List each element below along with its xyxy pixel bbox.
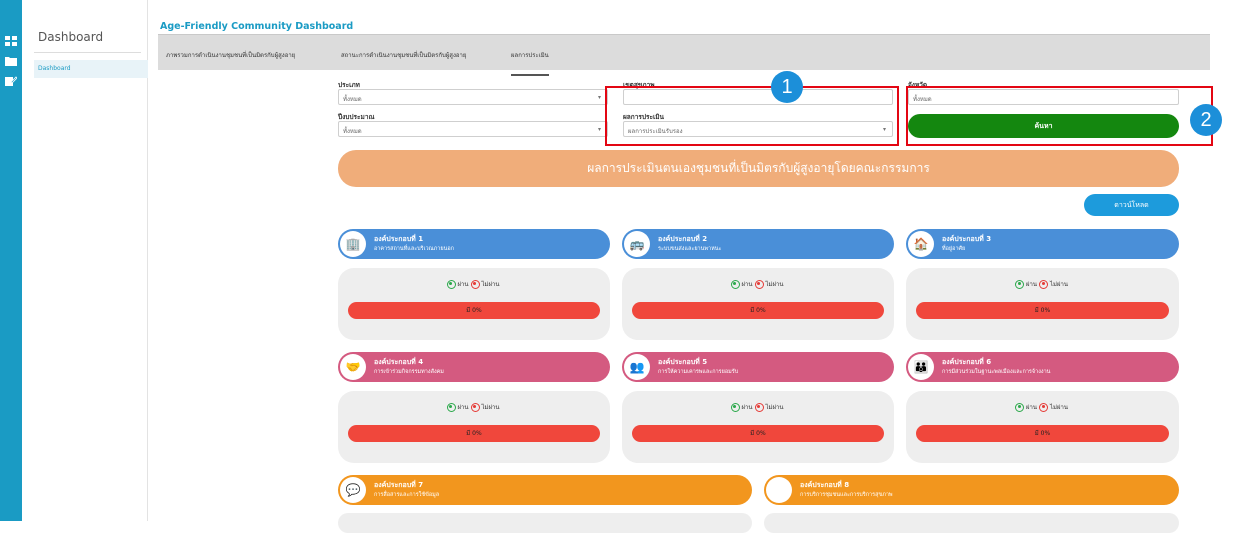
handshake-icon: 🤝 (340, 354, 366, 380)
fail-radio[interactable] (754, 402, 764, 412)
component-header-7[interactable]: 💬 องค์ประกอบที่ 7 การสื่อสารและการใช้ข้อ… (338, 475, 752, 505)
building-icon: 🏢 (340, 231, 366, 257)
chat-icon: 💬 (340, 477, 366, 503)
component-header-3[interactable]: 🏠 องค์ประกอบที่ 3 ที่อยู่อาศัย (906, 229, 1179, 259)
percent-bar: มี 0% (348, 302, 600, 319)
component-card-4: ผ่าน ไม่ผ่าน มี 0% (338, 391, 610, 463)
dashboard-grid-icon[interactable] (5, 36, 17, 46)
tab-overview[interactable]: ภาพรวมการดำเนินงานชุมชนที่เป็นมิตรกับผู้… (166, 50, 295, 60)
people-icon: 👥 (624, 354, 650, 380)
sidebar: Dashboard Dashboard (22, 0, 148, 521)
pass-radio[interactable] (446, 402, 456, 412)
chevron-down-icon: ▾ (597, 126, 601, 133)
edit-icon[interactable] (5, 76, 17, 86)
annotation-box-2 (906, 86, 1213, 146)
fail-radio[interactable] (470, 279, 480, 289)
component-header-4[interactable]: 🤝 องค์ประกอบที่ 4 การเข้าร่วมกิจกรรมทางส… (338, 352, 610, 382)
chevron-down-icon: ▾ (597, 94, 601, 101)
component-card-7 (338, 513, 752, 533)
pass-radio[interactable] (1015, 279, 1025, 289)
component-card-3: ผ่าน ไม่ผ่าน มี 0% (906, 268, 1179, 340)
percent-bar: มี 0% (916, 302, 1169, 319)
sidebar-item-dashboard[interactable]: Dashboard (34, 60, 148, 78)
app-title: Age-Friendly Community Dashboard (160, 21, 354, 32)
fail-radio[interactable] (470, 402, 480, 412)
type-select[interactable]: ทั้งหมด ▾ (338, 89, 608, 105)
fiscal-year-select[interactable]: ทั้งหมด ▾ (338, 121, 608, 137)
component-header-2[interactable]: 🚌 องค์ประกอบที่ 2 ระบบขนส่งและยานพาหนะ (622, 229, 894, 259)
group-icon: 👪 (908, 354, 934, 380)
fail-radio[interactable] (1039, 402, 1049, 412)
component-card-5: ผ่าน ไม่ผ่าน มี 0% (622, 391, 894, 463)
folder-icon[interactable] (5, 56, 17, 66)
house-icon: 🏠 (908, 231, 934, 257)
sidebar-title: Dashboard (38, 30, 104, 44)
pass-radio[interactable] (730, 279, 740, 289)
main-content: Age-Friendly Community Dashboard ภาพรวมก… (148, 0, 1237, 533)
percent-bar: มี 0% (916, 425, 1169, 442)
pass-radio[interactable] (1015, 402, 1025, 412)
tab-bar: ภาพรวมการดำเนินงานชุมชนที่เป็นมิตรกับผู้… (158, 34, 1210, 76)
download-button[interactable]: ดาวน์โหลด (1084, 194, 1179, 216)
pass-radio[interactable] (446, 279, 456, 289)
component-header-8[interactable]: ⚕ องค์ประกอบที่ 8 การบริการชุมชนและการบร… (764, 475, 1179, 505)
sidebar-divider (34, 52, 141, 53)
component-card-8 (764, 513, 1179, 533)
component-card-1: ผ่าน ไม่ผ่าน มี 0% (338, 268, 610, 340)
fail-radio[interactable] (754, 279, 764, 289)
assessment-banner: ผลการประเมินตนเองชุมชนที่เป็นมิตรกับผู้ส… (338, 150, 1179, 187)
component-card-2: ผ่าน ไม่ผ่าน มี 0% (622, 268, 894, 340)
annotation-badge-1: 1 (771, 71, 803, 103)
fail-radio[interactable] (1039, 279, 1049, 289)
annotation-badge-2: 2 (1190, 104, 1222, 136)
tab-assessment-results[interactable]: ผลการประเมิน (511, 50, 549, 76)
component-header-5[interactable]: 👥 องค์ประกอบที่ 5 การให้ความเคารพและการย… (622, 352, 894, 382)
health-icon: ⚕ (766, 477, 792, 503)
bus-icon: 🚌 (624, 231, 650, 257)
icon-rail (0, 0, 22, 521)
annotation-box-1 (605, 86, 899, 146)
component-card-6: ผ่าน ไม่ผ่าน มี 0% (906, 391, 1179, 463)
tab-status[interactable]: สถานะการดำเนินงานชุมชนที่เป็นมิตรกับผู้ส… (341, 50, 466, 60)
component-header-1[interactable]: 🏢 องค์ประกอบที่ 1 อาคารสถานที่และบริเวณภ… (338, 229, 610, 259)
percent-bar: มี 0% (348, 425, 600, 442)
percent-bar: มี 0% (632, 302, 884, 319)
component-header-6[interactable]: 👪 องค์ประกอบที่ 6 การมีส่วนร่วมในฐานะพลเ… (906, 352, 1179, 382)
pass-radio[interactable] (730, 402, 740, 412)
percent-bar: มี 0% (632, 425, 884, 442)
